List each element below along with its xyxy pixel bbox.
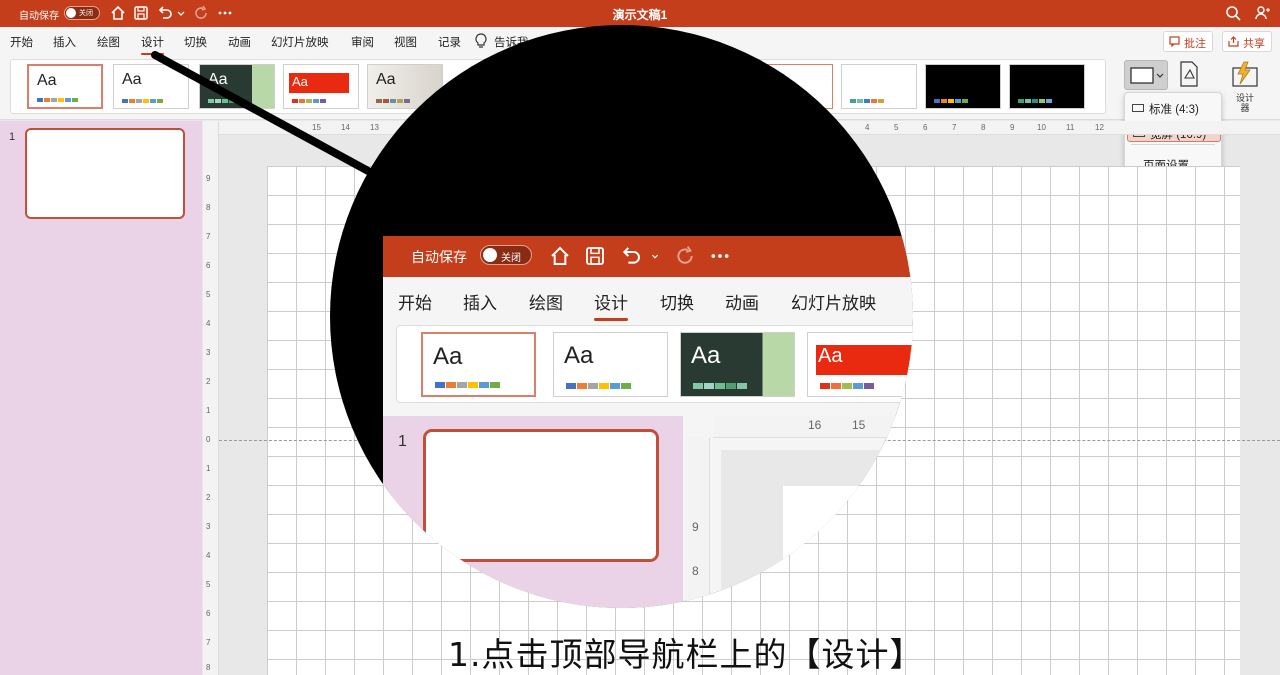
callout-pointer	[151, 51, 374, 176]
instruction-caption: 1.点击顶部导航栏上的【设计】	[448, 635, 924, 674]
